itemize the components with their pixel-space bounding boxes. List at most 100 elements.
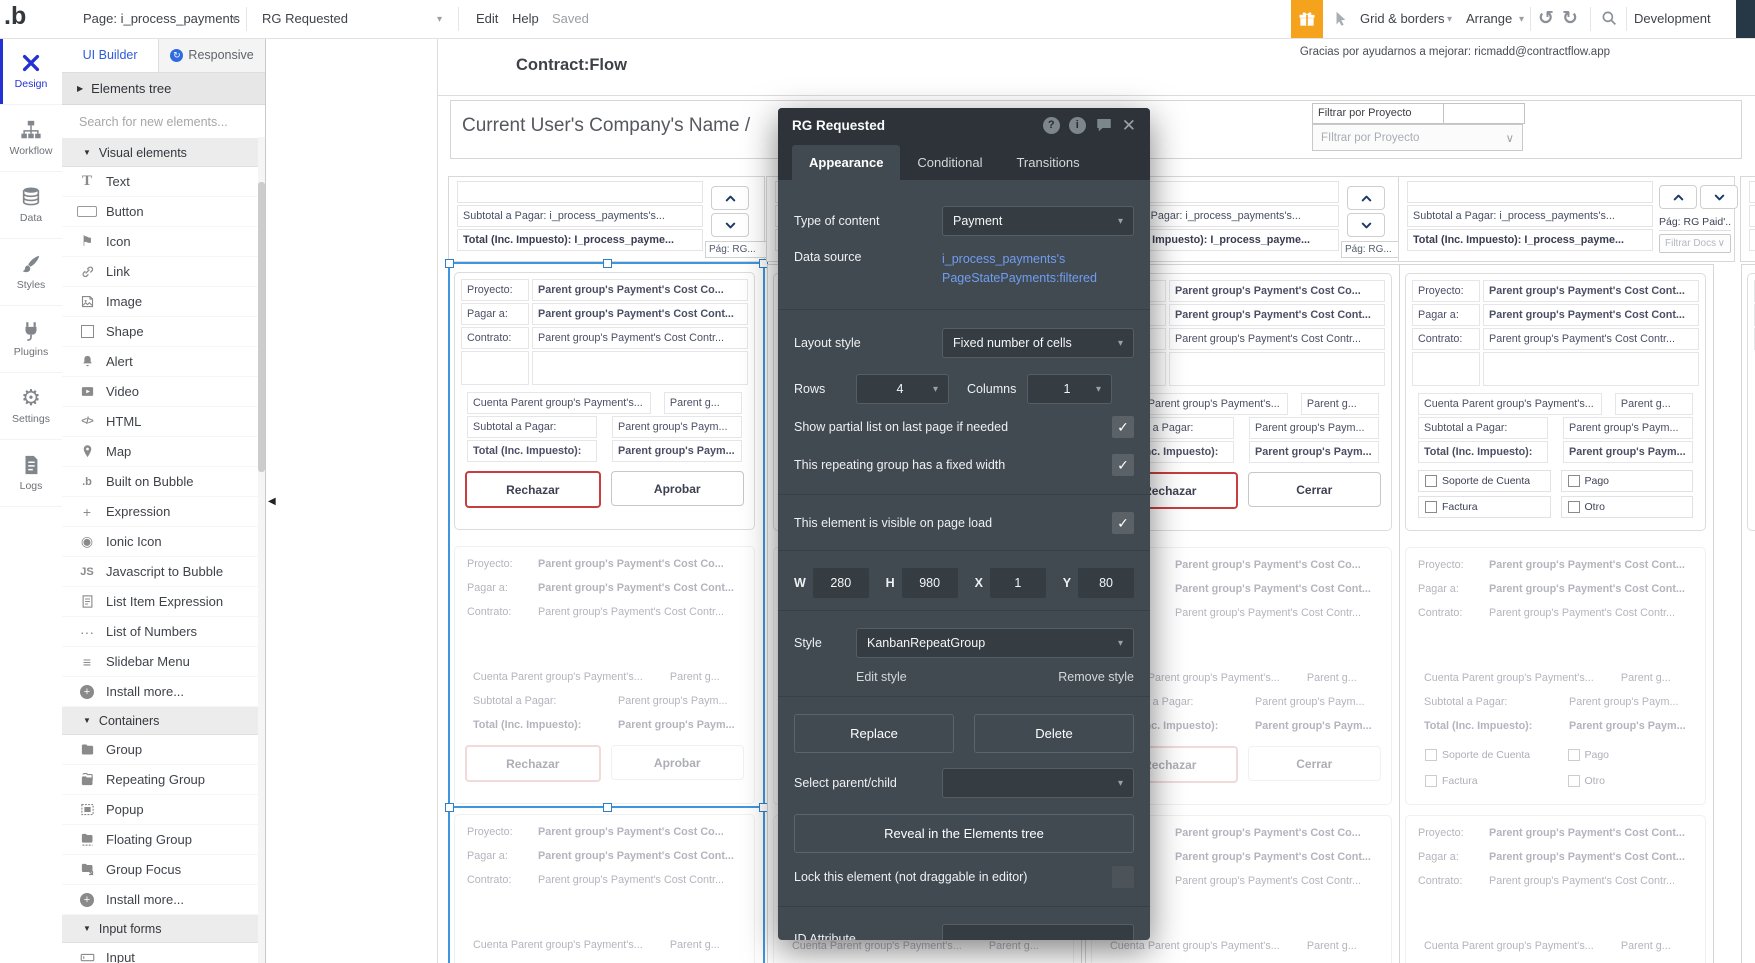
palette-item-list-of-numbers[interactable]: ··· List of Numbers [62,617,265,647]
edit-style-link[interactable]: Edit style [856,670,907,684]
page-selector[interactable]: Page: i_process_payments [83,11,240,26]
grid-borders-menu[interactable]: Grid & borders [1360,11,1445,26]
rail-item-settings[interactable]: ⚙ Settings [0,373,62,440]
palette-item-expression[interactable]: + Expression [62,497,265,527]
rail-item-workflow[interactable]: Workflow [0,105,62,172]
elements-tree-toggle[interactable]: ▶ Elements tree [62,73,265,105]
rail-item-styles[interactable]: Styles [0,239,62,306]
palette-item-javascript-to-bubble[interactable]: JS Javascript to Bubble [62,557,265,587]
filtrar-docs-dropdown[interactable]: Filtrar Docs ∨ [1659,234,1731,253]
columns-select[interactable]: 1 ▾ [1027,374,1112,404]
checkbox-pago[interactable]: Pago [1560,470,1693,492]
section-containers[interactable]: ▼ Containers [62,707,265,735]
rail-item-plugins[interactable]: Plugins [0,306,62,373]
canvas-feedback-text[interactable]: Gracias por ayudarnos a mejorar: ricmadd… [1300,46,1610,58]
header-subtotal-text[interactable]: Subtotal a Pagar: i_process_payments's..… [457,205,703,227]
visible-on-load-checkbox[interactable]: ✓ [1112,512,1134,534]
gift-button[interactable] [1291,0,1323,38]
resize-handle[interactable] [445,259,454,268]
payment-card[interactable]: Proyecto:Parent group's Payment's Cost C… [1405,815,1706,963]
payment-card[interactable]: Proyecto:Parent group's Payment's Cost C… [1405,273,1706,531]
palette-item-group[interactable]: Group [62,735,265,765]
section-input-forms[interactable]: ▼ Input forms [62,915,265,943]
lock-element-checkbox[interactable] [1112,866,1134,888]
rail-item-design[interactable]: Design [0,38,62,105]
info-icon[interactable]: i [1068,116,1086,134]
tab-responsive[interactable]: ↻ Responsive [159,38,265,72]
reveal-elements-tree-button[interactable]: Reveal in the Elements tree [794,814,1134,853]
page-down-button[interactable] [1347,213,1385,237]
tab-transitions[interactable]: Transitions [999,145,1096,180]
repeating-group-requested[interactable]: Proyecto: Parent group's Payment's Cost C… [449,264,762,963]
develop-menu[interactable]: Development [1634,11,1711,26]
rail-item-logs[interactable]: Logs [0,440,62,507]
palette-scrollbar[interactable] [258,137,265,963]
grid-borders-caret-icon[interactable]: ▾ [1447,14,1452,25]
search-icon[interactable] [1600,9,1618,27]
fixed-width-checkbox[interactable]: ✓ [1112,454,1134,476]
palette-item-map[interactable]: Map [62,437,265,467]
palette-item-slidebar-menu[interactable]: ≡ Slidebar Menu [62,647,265,677]
menu-help[interactable]: Help [512,11,539,26]
palette-item-image[interactable]: Image [62,287,265,317]
header-total-text[interactable]: Total (Inc. Impuesto): I_process_payme..… [457,229,703,251]
rail-item-data[interactable]: Data [0,172,62,239]
resize-handle[interactable] [603,259,612,268]
palette-item-install-more-2[interactable]: + Install more... [62,885,265,915]
filter-proyecto-input-2[interactable] [1443,103,1525,124]
arrange-menu[interactable]: Arrange [1466,11,1512,26]
redo-icon[interactable]: ↻ [1562,7,1578,30]
replace-button[interactable]: Replace [794,714,954,753]
palette-item-ionic-icon[interactable]: ◉ Ionic Icon [62,527,265,557]
rechazar-button[interactable]: Rechazar [465,471,601,508]
header-empty-text[interactable] [457,181,703,203]
checkbox-factura[interactable]: Factura [1418,496,1551,518]
element-selector[interactable]: RG Requested [262,11,348,26]
palette-item-group-focus[interactable]: Group Focus [62,855,265,885]
payment-card[interactable]: Proyecto:Parent group's Payment's Cost C… [454,272,755,530]
pag-dropdown[interactable]: Pág: RG... [705,241,768,258]
canvas-app-title[interactable]: Contract:Flow [516,56,627,75]
page-selector-caret-icon[interactable]: ▾ [232,14,237,25]
palette-item-input[interactable]: Input [62,943,265,963]
page-up-button[interactable] [1659,185,1697,209]
resize-handle[interactable] [603,803,612,812]
type-of-content-select[interactable]: Payment ▾ [942,206,1134,236]
payment-card[interactable]: Proyecto:Parent group's Payment's Cost C… [1405,547,1706,805]
remove-style-link[interactable]: Remove style [1058,670,1134,684]
aprobar-button[interactable]: Aprobar [610,745,744,780]
pag-paid-dropdown[interactable]: Pág: RG Paid'... [1659,215,1731,231]
filter-proyecto-input[interactable]: Filtrar por Proyecto [1312,103,1445,124]
rows-select[interactable]: 4 ▾ [856,374,949,404]
palette-item-html[interactable]: </> HTML [62,407,265,437]
palette-item-repeating-group[interactable]: Repeating Group [62,765,265,795]
page-down-button[interactable] [711,213,749,237]
filter-proyecto-dropdown[interactable]: FIltrar por Proyecto ∨ [1312,124,1523,151]
canvas-heading-text[interactable]: Current User's Company's Name / [462,115,750,137]
help-icon[interactable]: ? [1042,116,1060,134]
page-up-button[interactable] [1347,186,1385,210]
page-down-button[interactable] [1700,185,1738,209]
cerrar-button[interactable]: Cerrar [1247,472,1381,507]
id-attribute-input[interactable] [942,924,1134,940]
palette-item-video[interactable]: Video [62,377,265,407]
show-partial-checkbox[interactable]: ✓ [1112,416,1134,438]
data-source-expression[interactable]: i_process_payments's PageStatePayments:f… [942,250,1134,289]
resize-handle[interactable] [445,803,454,812]
palette-item-list-item-expression[interactable]: List Item Expression [62,587,265,617]
payment-card[interactable]: Proyecto:Parent group's Payment's Cost C… [454,546,755,804]
h-input[interactable]: 980 [901,568,958,598]
comment-icon[interactable] [1095,116,1113,134]
column-header-group[interactable]: Subtotal a Pagar: i_process_payments's..… [448,176,768,262]
palette-item-icon[interactable]: ⚑ Icon [62,227,265,257]
style-select[interactable]: KanbanRepeatGroup ▾ [856,628,1134,658]
page-up-button[interactable] [711,186,749,210]
checkbox-soporte[interactable]: Soporte de Cuenta [1418,470,1551,492]
menu-edit[interactable]: Edit [476,11,498,26]
select-parent-child-select[interactable]: ▾ [942,768,1134,798]
undo-icon[interactable]: ↺ [1538,7,1554,30]
palette-item-built-on-bubble[interactable]: .b Built on Bubble [62,467,265,497]
payment-card[interactable]: Proyecto:Parent group's Payment's Cost C… [454,814,755,963]
palette-item-shape[interactable]: Shape [62,317,265,347]
element-selector-caret-icon[interactable]: ▾ [437,14,442,25]
